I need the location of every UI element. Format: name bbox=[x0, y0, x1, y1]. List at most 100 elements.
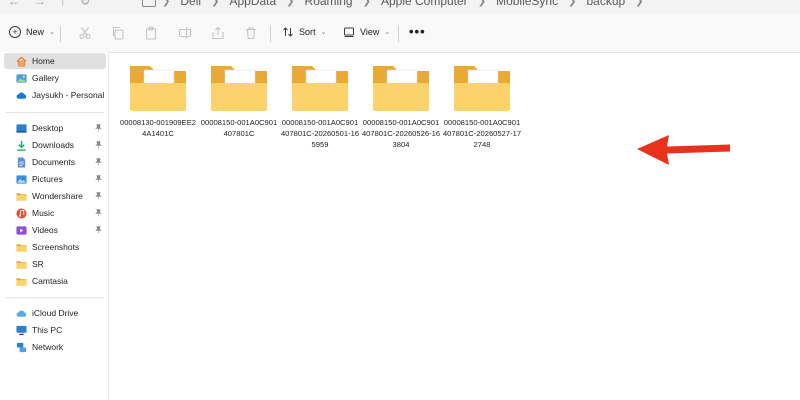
breadcrumb-item[interactable]: MobileSync bbox=[496, 0, 558, 8]
sidebar-item-label: Home bbox=[32, 56, 55, 66]
command-bar: + New ⌄ Sort ⌄ View ⌄ ••• bbox=[0, 14, 800, 53]
folder-item[interactable]: 00008150-001A0C901407801C-20260501-16595… bbox=[280, 62, 360, 150]
sidebar-item-gallery[interactable]: Gallery bbox=[4, 70, 106, 86]
folder-icon bbox=[211, 66, 267, 111]
sidebar-item-wondershare[interactable]: Wondershare bbox=[4, 188, 106, 204]
onedrive-cloud-icon bbox=[16, 91, 27, 99]
breadcrumb-item[interactable]: backup bbox=[587, 0, 626, 8]
folder-icon bbox=[292, 66, 348, 111]
cut-icon[interactable] bbox=[78, 26, 92, 40]
pin-icon[interactable] bbox=[95, 209, 102, 217]
pin-icon[interactable] bbox=[95, 175, 102, 183]
sidebar-item-documents[interactable]: Documents bbox=[4, 154, 106, 170]
toolbar-divider bbox=[398, 26, 399, 42]
sidebar-item-sr[interactable]: SR bbox=[4, 256, 106, 272]
view-button-label: View bbox=[360, 27, 380, 37]
chevron-right-icon: ❯ bbox=[211, 0, 220, 7]
breadcrumb-item[interactable]: Roaming bbox=[305, 0, 353, 8]
sidebar-item-label: Network bbox=[32, 342, 64, 352]
sort-icon bbox=[283, 27, 293, 37]
pin-icon[interactable] bbox=[95, 226, 102, 234]
sidebar-item-label: Desktop bbox=[32, 123, 64, 133]
chevron-down-icon: ⌄ bbox=[320, 29, 327, 36]
rename-icon[interactable] bbox=[178, 26, 192, 40]
icloud-icon bbox=[16, 309, 27, 317]
folder-icon bbox=[373, 66, 429, 111]
nav-buttons: ← → ↑ ↻ bbox=[8, 0, 90, 8]
new-button[interactable]: + New ⌄ bbox=[9, 26, 55, 38]
chevron-right-icon: ❯ bbox=[568, 0, 577, 7]
forward-icon[interactable]: → bbox=[34, 0, 46, 8]
sidebar-item-videos[interactable]: Videos bbox=[4, 222, 106, 238]
sidebar-item-downloads[interactable]: Downloads bbox=[4, 137, 106, 153]
up-icon[interactable]: ↑ bbox=[60, 0, 66, 8]
sidebar-item-desktop[interactable]: Desktop bbox=[4, 120, 106, 136]
pc-icon bbox=[16, 325, 27, 335]
folder-name: 00008150-001A0C901407801C-20260526-16380… bbox=[361, 118, 441, 149]
folder-item[interactable]: 00008130-001909EE24A1401C bbox=[118, 62, 198, 139]
pin-icon[interactable] bbox=[95, 192, 102, 200]
videos-icon bbox=[16, 225, 27, 235]
sidebar-item-label: This PC bbox=[32, 325, 63, 335]
sidebar-divider bbox=[6, 112, 104, 113]
paste-icon[interactable] bbox=[144, 26, 158, 40]
folder-name: 00008150-001A0C901407801C-20260501-16595… bbox=[280, 118, 360, 149]
pictures-icon bbox=[16, 174, 27, 184]
sidebar-item-label: Pictures bbox=[32, 174, 63, 184]
sidebar-item-label: Downloads bbox=[32, 140, 75, 150]
sidebar-item-camtasia[interactable]: Camtasia bbox=[4, 273, 106, 289]
folder-icon bbox=[130, 66, 186, 111]
sidebar-item-label: Documents bbox=[32, 157, 75, 167]
sidebar-item-music[interactable]: Music bbox=[4, 205, 106, 221]
breadcrumb-item[interactable]: AppData bbox=[229, 0, 276, 8]
sidebar-item-this-pc[interactable]: This PC bbox=[4, 322, 106, 338]
pin-icon[interactable] bbox=[95, 141, 102, 149]
sidebar-item-onedrive[interactable]: Jaysukh - Personal bbox=[4, 87, 106, 103]
toolbar-divider bbox=[270, 26, 271, 42]
toolbar-divider bbox=[60, 26, 61, 42]
folder-name: 00008150-001A0C901407801C-20260527-17274… bbox=[442, 118, 522, 149]
sidebar-divider bbox=[6, 297, 104, 298]
more-options-button[interactable]: ••• bbox=[409, 24, 426, 39]
sidebar-item-network[interactable]: Network bbox=[4, 339, 106, 355]
desktop-icon bbox=[16, 123, 27, 133]
sidebar-item-screenshots[interactable]: Screenshots bbox=[4, 239, 106, 255]
breadcrumb-item[interactable]: Dell bbox=[180, 0, 201, 8]
chevron-right-icon: ❯ bbox=[362, 0, 371, 7]
view-button[interactable]: View ⌄ bbox=[343, 26, 390, 38]
chevron-right-icon: ❯ bbox=[635, 0, 644, 7]
pin-icon[interactable] bbox=[95, 124, 102, 132]
breadcrumb-item[interactable]: Apple Computer bbox=[381, 0, 468, 8]
sidebar-item-label: Wondershare bbox=[32, 191, 83, 201]
navigation-pane: Home Gallery Jaysukh - Personal Desktop … bbox=[0, 52, 109, 400]
chevron-right-icon: ❯ bbox=[477, 0, 487, 7]
chevron-down-icon: ⌄ bbox=[49, 29, 55, 36]
delete-icon[interactable] bbox=[244, 26, 258, 40]
sidebar-item-pictures[interactable]: Pictures bbox=[4, 171, 106, 187]
folder-icon bbox=[454, 66, 510, 111]
copy-icon[interactable] bbox=[111, 26, 125, 40]
chevron-down-icon: ⌄ bbox=[384, 29, 391, 36]
share-icon[interactable] bbox=[211, 26, 225, 40]
music-icon bbox=[16, 207, 27, 219]
sort-button-label: Sort bbox=[299, 27, 316, 37]
sidebar-item-label: Jaysukh - Personal bbox=[32, 90, 105, 100]
sidebar-item-home[interactable]: Home bbox=[4, 53, 106, 69]
gallery-icon bbox=[16, 73, 27, 83]
folder-item[interactable]: 00008150-001A0C901407801C bbox=[199, 62, 279, 139]
folder-name: 00008130-001909EE24A1401C bbox=[119, 118, 196, 138]
new-button-label: New bbox=[26, 27, 45, 37]
breadcrumb: ❯ Dell ❯ AppData ❯ Roaming ❯ Apple Compu… bbox=[142, 0, 644, 8]
pin-icon[interactable] bbox=[95, 158, 102, 166]
pc-icon[interactable] bbox=[142, 0, 156, 7]
red-arrow-annotation-icon bbox=[637, 135, 730, 165]
home-icon bbox=[16, 56, 27, 66]
sidebar-item-icloud-drive[interactable]: iCloud Drive bbox=[4, 305, 106, 321]
folder-item[interactable]: 00008150-001A0C901407801C-20260527-17274… bbox=[442, 62, 522, 150]
folder-item[interactable]: 00008150-001A0C901407801C-20260526-16380… bbox=[361, 62, 441, 150]
chevron-right-icon: ❯ bbox=[162, 0, 171, 7]
back-icon[interactable]: ← bbox=[8, 0, 20, 8]
view-icon bbox=[344, 27, 354, 37]
refresh-icon[interactable]: ↻ bbox=[80, 0, 90, 8]
sort-button[interactable]: Sort ⌄ bbox=[282, 26, 326, 38]
